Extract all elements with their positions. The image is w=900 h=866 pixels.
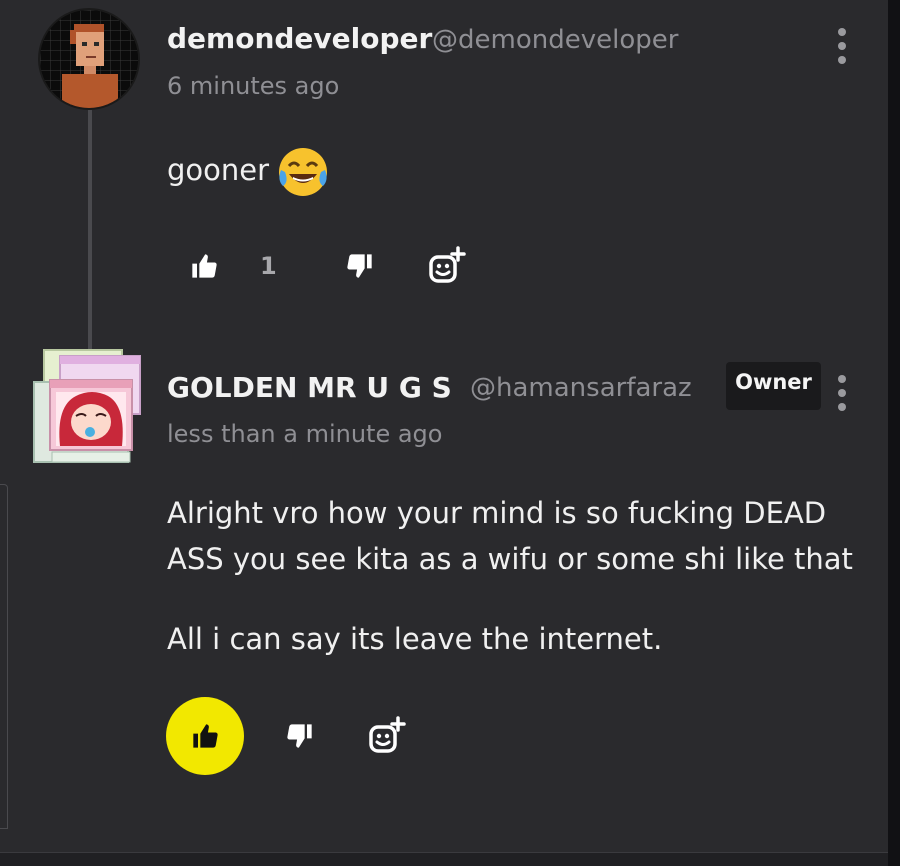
owner-badge: Owner xyxy=(726,362,821,410)
menu-dot xyxy=(838,403,846,411)
add-reaction-button[interactable] xyxy=(364,714,408,758)
comment: demondeveloper @demondeveloper 6 minutes… xyxy=(0,0,888,320)
comment: GOLDEN MR U G S @hamansarfaraz Owner les… xyxy=(0,340,888,820)
thumbs-down-icon xyxy=(347,254,372,278)
author-handle[interactable]: @demondeveloper xyxy=(432,25,678,55)
comment-text: gooner xyxy=(167,153,270,187)
dislike-button[interactable] xyxy=(340,246,380,286)
comment-text-line: Alright vro how your mind is so fucking … xyxy=(167,496,827,530)
add-reaction-icon xyxy=(369,716,406,753)
like-count: 1 xyxy=(260,252,277,280)
bottom-divider xyxy=(0,852,888,866)
menu-dot xyxy=(838,56,846,64)
more-vertical-icon xyxy=(838,375,846,383)
more-vertical-icon xyxy=(838,28,846,36)
menu-dot xyxy=(838,389,846,397)
thumbs-up-icon xyxy=(193,724,218,748)
comment-text-line: All i can say its leave the internet. xyxy=(167,622,663,656)
page-edge xyxy=(888,0,900,866)
comment-body: gooner xyxy=(167,144,331,200)
avatar[interactable] xyxy=(30,346,142,464)
timestamp: less than a minute ago xyxy=(167,420,443,448)
add-reaction-icon xyxy=(429,246,466,283)
author-name[interactable]: demondeveloper xyxy=(167,22,432,55)
thumbs-up-icon xyxy=(192,254,217,278)
avatar[interactable] xyxy=(38,8,140,110)
timestamp: 6 minutes ago xyxy=(167,72,340,100)
menu-dot xyxy=(838,42,846,50)
tears-of-joy-emoji-icon xyxy=(279,148,328,196)
like-button[interactable] xyxy=(184,246,224,286)
comment-text-line: ASS you see kita as a wifu or some shi l… xyxy=(167,542,853,576)
add-reaction-button[interactable] xyxy=(424,244,468,288)
thumbs-down-icon xyxy=(287,724,312,748)
more-options-button[interactable] xyxy=(832,373,852,413)
more-options-button[interactable] xyxy=(832,26,852,66)
author-name[interactable]: GOLDEN MR U G S xyxy=(167,371,452,404)
dislike-button[interactable] xyxy=(280,716,320,756)
like-button[interactable] xyxy=(166,697,244,775)
author-handle[interactable]: @hamansarfaraz xyxy=(470,373,692,403)
